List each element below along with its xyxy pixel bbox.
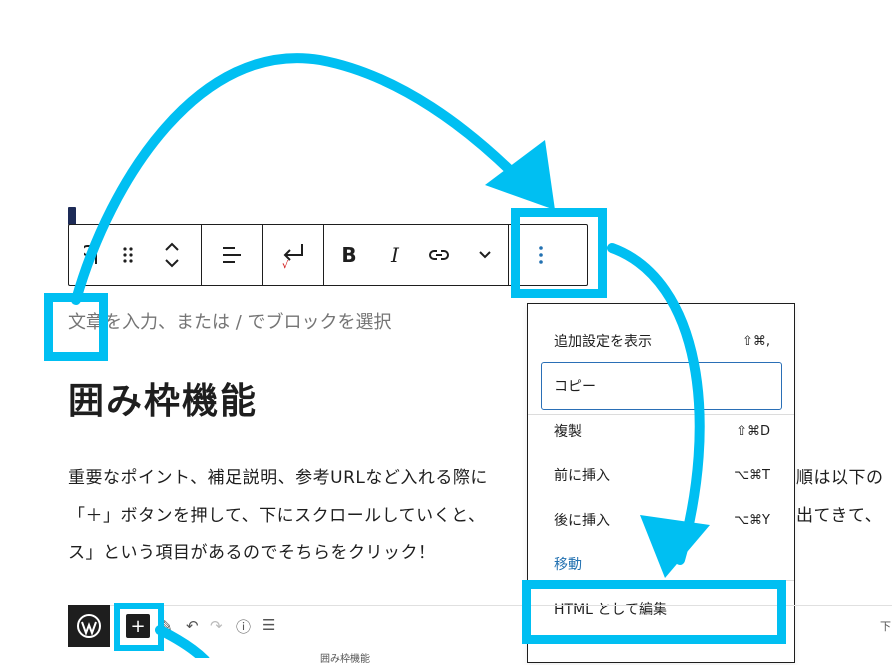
paragraph-line-1-right: 順は以下の	[796, 468, 884, 488]
highlight-box-placeholder	[44, 293, 108, 361]
undo-icon[interactable]: ↶	[186, 617, 199, 635]
paragraph-line-1: 重要なポイント、補足説明、参考URLなど入れる際に	[68, 468, 488, 488]
menu-item-label: コピー	[554, 379, 596, 395]
menu-item-shortcut: ⇧⌘,	[741, 333, 770, 349]
menu-item-insert-before[interactable]: 前に挿入 ⌥⌘T	[542, 454, 782, 496]
paragraph-line-3: ス」という項目があるのでそちらをクリック！	[68, 543, 436, 563]
menu-item-insert-after[interactable]: 後に挿入 ⌥⌘Y	[542, 499, 782, 541]
menu-item-label: 前に挿入	[554, 468, 610, 484]
redo-icon[interactable]: ↷	[210, 617, 223, 635]
paragraph-line-2-right: 出てきて、	[796, 506, 883, 526]
paragraph-line-2: 「＋」ボタンを押して、下にスクロールしていくと、	[68, 506, 486, 526]
align-left-icon[interactable]	[202, 225, 262, 285]
menu-item-label: 追加設定を表示	[554, 334, 652, 350]
link-icon[interactable]	[416, 225, 462, 285]
paragraph-icon[interactable]	[69, 225, 113, 285]
menu-item-shortcut: ⌥⌘Y	[734, 512, 770, 528]
block-controls-group	[69, 225, 202, 285]
text-direction-group: √	[263, 225, 324, 285]
drag-handle-icon[interactable]	[113, 225, 143, 285]
paragraph-placeholder[interactable]: 文章を入力、または / でブロックを選択	[68, 308, 392, 334]
italic-button[interactable]: I	[374, 225, 416, 285]
wordpress-logo-icon	[68, 605, 110, 647]
arrow-head-1	[485, 140, 555, 210]
menu-item-shortcut: ⌥⌘T	[734, 467, 770, 483]
svg-text:√: √	[282, 260, 289, 269]
menu-item-show-more-settings[interactable]: 追加設定を表示 ⇧⌘,	[542, 320, 782, 362]
info-icon[interactable]: ⓘ	[236, 616, 251, 637]
alignment-group	[202, 225, 263, 285]
chevron-down-icon[interactable]	[462, 225, 508, 285]
menu-item-label: 後に挿入	[554, 513, 610, 529]
highlight-box-options	[511, 208, 607, 298]
menu-item-shortcut: ⇧⌘D	[736, 423, 770, 439]
highlight-box-edit-html	[522, 580, 786, 644]
page-heading: 囲み枠機能	[68, 381, 259, 422]
bold-button[interactable]: B	[324, 225, 374, 285]
highlight-box-add-block	[114, 603, 164, 651]
menu-item-duplicate[interactable]: 複製 ⇧⌘D	[542, 410, 782, 452]
list-view-icon[interactable]: ☰	[262, 616, 275, 634]
formatting-group: B I	[324, 225, 509, 285]
menu-item-label: 複製	[554, 424, 582, 440]
move-up-down-icon[interactable]	[143, 225, 201, 285]
return-icon[interactable]: √	[263, 225, 323, 285]
strip-right-text: 下	[880, 620, 891, 633]
block-toolbar: √ B I	[68, 224, 588, 286]
menu-item-move[interactable]: 移動	[542, 543, 782, 585]
menu-item-label: 移動	[554, 557, 582, 573]
menu-item-copy[interactable]: コピー	[541, 362, 782, 410]
block-indicator	[68, 207, 76, 225]
